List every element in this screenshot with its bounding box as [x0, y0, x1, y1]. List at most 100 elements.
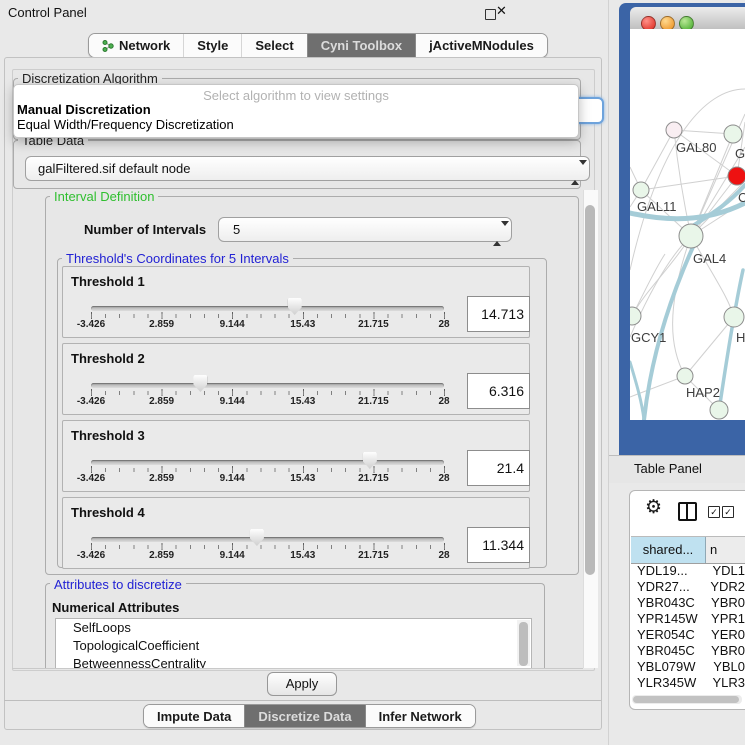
- attribute-list-item[interactable]: SelfLoops: [56, 619, 531, 637]
- table-row[interactable]: YLR345W YLR3: [631, 675, 745, 691]
- network-canvas[interactable]: GAL80GCGAL11GAL4GCY1HHAP2: [630, 29, 745, 420]
- table-row[interactable]: YER054C YER0: [631, 627, 745, 643]
- table-row[interactable]: YBR045C YBR0: [631, 643, 745, 659]
- table-data-selected-value: galFiltered.sif default node: [38, 161, 190, 176]
- scale-tick-label: 15.43: [290, 319, 315, 330]
- cell-name: YDR2: [703, 579, 745, 595]
- threshold-value-field[interactable]: 14.713: [467, 296, 530, 332]
- float-window-icon[interactable]: [485, 9, 496, 20]
- cell-name: YPR1: [704, 611, 745, 627]
- cell-shared-name: YLR345W: [631, 675, 705, 691]
- table-data-combobox[interactable]: galFiltered.sif default node: [25, 156, 590, 181]
- column-header-name[interactable]: n: [706, 537, 745, 563]
- network-node-gal4[interactable]: [679, 224, 703, 248]
- scale-tick-label: -3.426: [77, 396, 105, 407]
- attribute-list-item[interactable]: BetweennessCentrality: [56, 655, 531, 669]
- network-edge[interactable]: [691, 236, 734, 317]
- tab-label: Network: [119, 38, 170, 53]
- cell-shared-name: YBL079W: [631, 659, 706, 675]
- threshold-value-field[interactable]: 11.344: [467, 527, 530, 563]
- close-icon[interactable]: ✕: [496, 3, 507, 19]
- threshold-slider-track[interactable]: [91, 460, 444, 465]
- table-row[interactable]: YIL052C YIL0: [631, 691, 745, 694]
- attributes-scrollbar-thumb[interactable]: [519, 622, 528, 666]
- network-node-gal11[interactable]: [633, 182, 649, 198]
- combobox-arrows-icon[interactable]: [571, 161, 579, 176]
- table-hscrollbar-thumb[interactable]: [633, 696, 739, 703]
- network-node[interactable]: [710, 401, 728, 419]
- threshold-label: Threshold 1: [71, 274, 145, 289]
- table-row[interactable]: YPR145W YPR1: [631, 611, 745, 627]
- threshold-value-field[interactable]: 6.316: [467, 373, 530, 409]
- spinner-arrows-icon[interactable]: [493, 222, 501, 237]
- control-panel: Control Panel ✕ NetworkStyleSelectCyni T…: [0, 0, 609, 745]
- tab-infer-network[interactable]: Infer Network: [365, 705, 475, 727]
- threshold-panel: Threshold 3 -3.4262.8599.14415.4321.7152…: [62, 420, 530, 492]
- cell-name: YBR0: [704, 643, 745, 659]
- apply-button[interactable]: Apply: [267, 672, 337, 696]
- scale-tick-label: 28: [438, 319, 449, 330]
- checkbox-icon[interactable]: ✓: [722, 506, 734, 518]
- thresholds-list: Threshold 1 -3.4262.8599.14415.4321.7152…: [62, 266, 530, 574]
- table-row[interactable]: YDR27... YDR2: [631, 579, 745, 595]
- network-node-label: GCY1: [631, 330, 666, 345]
- attributes-group-label: Attributes to discretize: [50, 577, 186, 592]
- table-row[interactable]: YDL19... YDL1: [631, 563, 745, 579]
- network-node-h[interactable]: [724, 307, 744, 327]
- network-node-hap2[interactable]: [677, 368, 693, 384]
- tab-network[interactable]: Network: [89, 34, 183, 57]
- gear-icon[interactable]: ⚙: [645, 498, 662, 518]
- table-header-row: shared... n: [631, 536, 745, 564]
- column-header-shared-name[interactable]: shared...: [631, 537, 706, 563]
- slider-minor-ticks: [91, 391, 446, 395]
- settings-scrollbar-thumb[interactable]: [585, 205, 595, 575]
- slider-scale-labels: -3.4262.8599.14415.4321.71528: [91, 550, 444, 562]
- network-node-gcy1[interactable]: [630, 307, 641, 325]
- cell-shared-name: YIL052C: [631, 691, 711, 694]
- cell-shared-name: YER054C: [631, 627, 704, 643]
- scale-tick-label: 2.859: [149, 550, 174, 561]
- threshold-slider-track[interactable]: [91, 306, 444, 311]
- scale-tick-label: 21.715: [358, 319, 389, 330]
- scale-tick-label: 9.144: [220, 396, 245, 407]
- table-panel-title: Table Panel: [634, 461, 702, 476]
- tab-impute-data[interactable]: Impute Data: [144, 705, 244, 727]
- scale-tick-label: 28: [438, 550, 449, 561]
- numerical-attributes-label: Numerical Attributes: [52, 600, 179, 615]
- slider-scale-labels: -3.4262.8599.14415.4321.71528: [91, 473, 444, 485]
- slider-scale-labels: -3.4262.8599.14415.4321.71528: [91, 396, 444, 408]
- number-of-intervals-spinner[interactable]: 5: [218, 217, 512, 242]
- checkbox-icon[interactable]: ✓: [708, 506, 720, 518]
- tab-cyni-toolbox[interactable]: Cyni Toolbox: [307, 34, 415, 57]
- network-node-gal80[interactable]: [666, 122, 682, 138]
- numerical-attributes-list[interactable]: SelfLoopsTopologicalCoefficientBetweenne…: [55, 618, 532, 669]
- tab-jactivemnodules[interactable]: jActiveMNodules: [415, 34, 547, 57]
- slider-minor-ticks: [91, 545, 446, 549]
- split-columns-icon[interactable]: [678, 502, 697, 521]
- network-edge[interactable]: [632, 254, 665, 316]
- scale-tick-label: 2.859: [149, 396, 174, 407]
- attribute-list-item[interactable]: TopologicalCoefficient: [56, 637, 531, 655]
- threshold-panel: Threshold 4 -3.4262.8599.14415.4321.7152…: [62, 497, 530, 569]
- tab-label: Cyni Toolbox: [321, 38, 402, 53]
- thresholds-group-label: Threshold's Coordinates for 5 Intervals: [62, 251, 293, 266]
- tab-select[interactable]: Select: [241, 34, 306, 57]
- table-row[interactable]: YBR043C YBR0: [631, 595, 745, 611]
- network-window-titlebar[interactable]: [630, 7, 745, 30]
- network-node-g[interactable]: [724, 125, 742, 143]
- network-node-label: C: [738, 190, 745, 205]
- network-graph[interactable]: GAL80GCGAL11GAL4GCY1HHAP2: [630, 29, 745, 420]
- table-rows: YDL19... YDL1 YDR27... YDR2 YBR043C YBR0…: [631, 563, 745, 694]
- scale-tick-label: -3.426: [77, 319, 105, 330]
- threshold-slider-track[interactable]: [91, 537, 444, 542]
- network-edge-thick[interactable]: [630, 362, 644, 420]
- network-node-label: GAL4: [693, 251, 726, 266]
- table-row[interactable]: YBL079W YBL0: [631, 659, 745, 675]
- threshold-slider-track[interactable]: [91, 383, 444, 388]
- tab-discretize-data[interactable]: Discretize Data: [244, 705, 364, 727]
- dropdown-option-manual-discretization[interactable]: Manual Discretization: [17, 102, 151, 117]
- tab-style[interactable]: Style: [183, 34, 241, 57]
- network-node-c[interactable]: [728, 167, 745, 185]
- threshold-value-field[interactable]: 21.4: [467, 450, 530, 486]
- dropdown-option-equal-width-frequency[interactable]: Equal Width/Frequency Discretization: [17, 117, 234, 132]
